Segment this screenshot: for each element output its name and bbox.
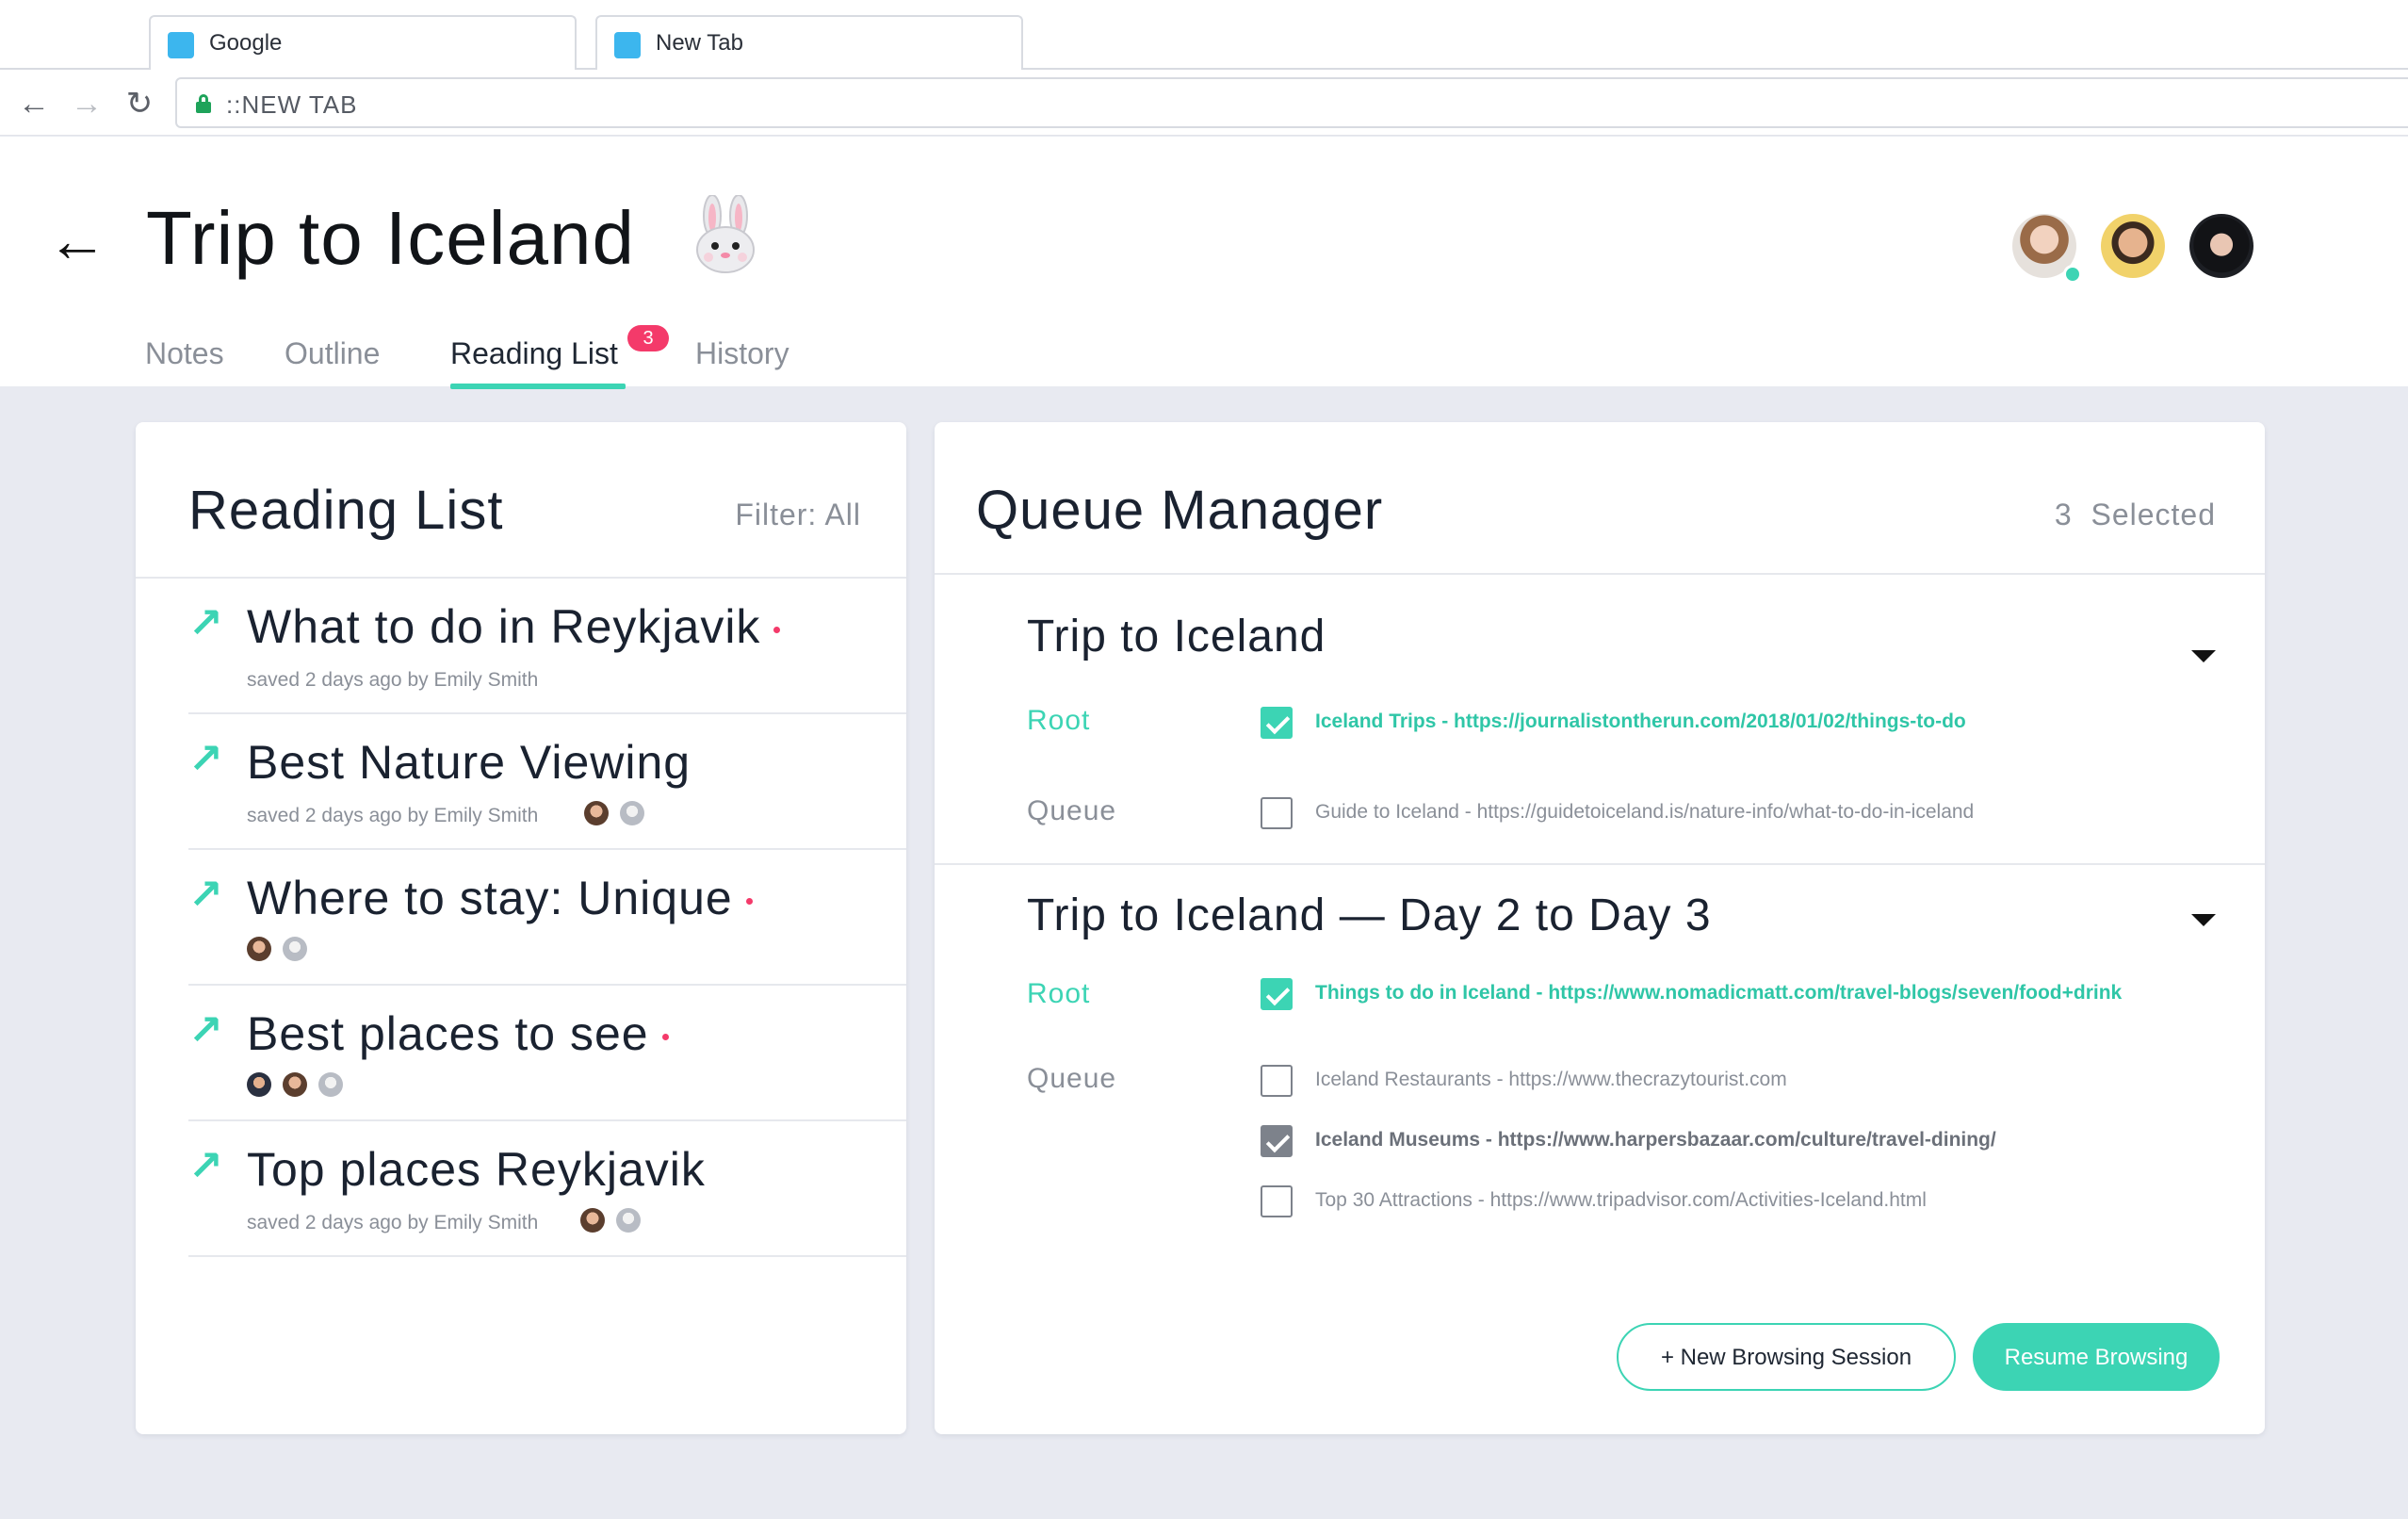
root-label: Root	[1027, 978, 1091, 1009]
reading-item-title: Best places to see	[247, 1007, 649, 1060]
checkbox[interactable]	[1261, 1065, 1293, 1097]
reading-list-item[interactable]: ↗ What to do in Reykjavik saved 2 days a…	[188, 579, 906, 714]
reader-avatars	[247, 1072, 354, 1101]
reading-list-count-badge: 3	[627, 325, 669, 351]
reading-item-title-wrap: Best places to see	[247, 1006, 669, 1061]
lock-icon	[196, 94, 211, 113]
new-browsing-session-button[interactable]: + New Browsing Session	[1617, 1323, 1956, 1391]
browser-reload-icon[interactable]: ↻	[121, 87, 158, 121]
reading-list-item[interactable]: ↗ Top places Reykjavik saved 2 days ago …	[188, 1121, 906, 1257]
favicon-icon	[168, 32, 194, 58]
tab-notes[interactable]: Notes	[145, 336, 224, 371]
selected-count-label: Selected	[2091, 498, 2216, 531]
favicon-icon	[614, 32, 641, 58]
rabbit-icon	[696, 195, 755, 273]
back-arrow-icon[interactable]: ←	[47, 210, 107, 270]
checkbox[interactable]	[1261, 707, 1293, 739]
tab-reading-list[interactable]: Reading List	[450, 336, 618, 371]
reader-avatars	[247, 937, 318, 965]
checkbox[interactable]	[1261, 1185, 1293, 1217]
open-link-arrow-icon[interactable]: ↗	[188, 603, 223, 645]
open-link-arrow-icon[interactable]: ↗	[188, 1146, 223, 1187]
mini-avatar	[247, 1072, 271, 1097]
queue-entry-text: Guide to Iceland - https://guidetoicelan…	[1315, 801, 1975, 823]
selected-count-number: 3	[2054, 498, 2073, 531]
browser-tabstrip: Google New Tab	[0, 0, 2408, 70]
reading-list-item[interactable]: ↗ Best places to see	[188, 986, 906, 1121]
reading-list-item[interactable]: ↗ Best Nature Viewing saved 2 days ago b…	[188, 714, 906, 850]
browser-tab-google[interactable]: Google	[149, 15, 577, 70]
browser-chrome: Google New Tab ← → ↻ ::NEW TAB	[0, 0, 2408, 136]
open-link-arrow-icon[interactable]: ↗	[188, 874, 223, 916]
reading-item-title: Top places Reykjavik	[247, 1143, 706, 1196]
queue-entry-text: Iceland Trips - https://journalistonther…	[1315, 710, 1966, 732]
queue-label: Queue	[1027, 1063, 1117, 1094]
reading-list-title: Reading List	[188, 480, 504, 541]
address-bar[interactable]: ::NEW TAB	[175, 77, 2408, 128]
queue-label: Queue	[1027, 795, 1117, 826]
unread-dot	[773, 627, 781, 634]
tab-outline[interactable]: Outline	[285, 336, 380, 371]
checkbox[interactable]	[1261, 797, 1293, 829]
reading-list-panel: Reading List Filter: All ↗ What to do in…	[136, 422, 906, 1434]
mini-avatar	[584, 801, 609, 825]
divider	[935, 573, 2265, 575]
page-header: ← Trip to Iceland Notes Outline Reading …	[0, 137, 2408, 389]
mini-avatar	[616, 1208, 641, 1233]
browser-tab-title: New Tab	[656, 30, 743, 56]
mini-avatar	[283, 1072, 307, 1097]
checkbox[interactable]	[1261, 978, 1293, 1010]
mini-avatar	[580, 1208, 605, 1233]
queue-group-title: Trip to Iceland	[1027, 612, 1326, 662]
reading-item-title-wrap: Where to stay: Unique	[247, 871, 753, 925]
browser-tab-title: Google	[209, 30, 283, 56]
avatar[interactable]	[2101, 214, 2165, 278]
queue-entry-text: Iceland Restaurants - https://www.thecra…	[1315, 1069, 1787, 1090]
reading-item-title: What to do in Reykjavik	[247, 600, 761, 653]
reading-item-meta: saved 2 days ago by Emily Smith	[247, 1212, 539, 1233]
browser-back-icon[interactable]: ←	[15, 87, 53, 121]
selected-count: 3 Selected	[2055, 498, 2216, 532]
unread-dot	[661, 1034, 669, 1041]
tab-history[interactable]: History	[695, 336, 789, 371]
reading-list-item[interactable]: ↗ Where to stay: Unique	[188, 850, 906, 986]
reading-item-title-wrap: What to do in Reykjavik	[247, 599, 781, 654]
mini-avatar	[620, 801, 644, 825]
queue-entry-text: Things to do in Iceland - https://www.no…	[1315, 982, 2123, 1004]
mini-avatar	[247, 937, 271, 961]
collapse-caret-icon[interactable]	[2191, 650, 2216, 662]
queue-entry-text: Top 30 Attractions - https://www.tripadv…	[1315, 1189, 1927, 1211]
queue-entry-text: Iceland Museums - https://www.harpersbaz…	[1315, 1129, 1996, 1151]
queue-manager-panel: Queue Manager 3 Selected Trip to Iceland…	[935, 422, 2265, 1434]
mini-avatar	[283, 937, 307, 961]
checkbox[interactable]	[1261, 1125, 1293, 1157]
reading-item-title: Best Nature Viewing	[247, 736, 691, 789]
resume-browsing-button[interactable]: Resume Browsing	[1973, 1323, 2220, 1391]
root-label: Root	[1027, 705, 1091, 736]
collapse-caret-icon[interactable]	[2191, 914, 2216, 926]
address-bar-url: ::NEW TAB	[226, 90, 358, 119]
active-tab-indicator	[450, 384, 626, 389]
open-link-arrow-icon[interactable]: ↗	[188, 1010, 223, 1052]
reading-item-meta: saved 2 days ago by Emily Smith	[247, 669, 539, 691]
filter-dropdown[interactable]: Filter: All	[735, 498, 861, 532]
online-status-dot	[2063, 265, 2082, 284]
page-title: Trip to Iceland	[146, 196, 635, 280]
avatar[interactable]	[2189, 214, 2253, 278]
reading-item-title: Where to stay: Unique	[247, 872, 733, 924]
divider	[935, 863, 2265, 865]
mini-avatar	[318, 1072, 343, 1097]
queue-manager-title: Queue Manager	[976, 480, 1384, 541]
reader-avatars	[580, 1208, 652, 1236]
open-link-arrow-icon[interactable]: ↗	[188, 739, 223, 780]
reader-avatars	[584, 801, 656, 829]
reading-item-meta: saved 2 days ago by Emily Smith	[247, 805, 539, 826]
browser-tab-new-tab[interactable]: New Tab	[595, 15, 1023, 70]
unread-dot	[745, 898, 753, 906]
browser-forward-icon[interactable]: →	[68, 87, 106, 121]
queue-group-title: Trip to Iceland — Day 2 to Day 3	[1027, 890, 1712, 940]
